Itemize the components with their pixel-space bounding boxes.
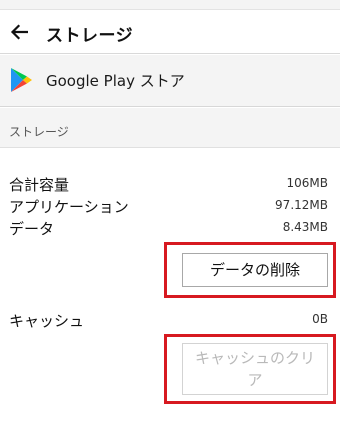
app-name: Google Play ストア — [46, 72, 185, 90]
cache-label: キャッシュ — [9, 312, 85, 330]
section-header: ストレージ — [0, 108, 340, 148]
clear-data-button[interactable]: データの削除 — [182, 253, 328, 287]
storage-row-cache: キャッシュ 0B — [0, 310, 340, 332]
status-bar-strip — [0, 0, 340, 10]
storage-row-application: アプリケーション 97.12MB — [0, 196, 340, 218]
arrow-left-icon — [10, 24, 28, 40]
clear-cache-button[interactable]: キャッシュのクリア — [182, 343, 328, 395]
storage-row-data: データ 8.43MB — [0, 218, 340, 240]
storage-row-total: 合計容量 106MB — [0, 174, 340, 196]
google-play-store-icon — [11, 68, 32, 92]
toolbar: ストレージ — [0, 10, 340, 54]
storage-row-label: データ — [9, 220, 55, 238]
storage-row-value: 106MB — [286, 176, 329, 190]
storage-row-label: 合計容量 — [9, 176, 70, 194]
storage-row-label: アプリケーション — [9, 198, 129, 216]
back-button[interactable] — [4, 16, 34, 48]
app-header: Google Play ストア — [0, 55, 340, 107]
storage-row-value: 97.12MB — [275, 198, 328, 212]
section-title: ストレージ — [9, 125, 69, 139]
storage-row-value: 8.43MB — [282, 220, 328, 234]
cache-value: 0B — [312, 312, 328, 326]
page-title: ストレージ — [46, 26, 134, 46]
